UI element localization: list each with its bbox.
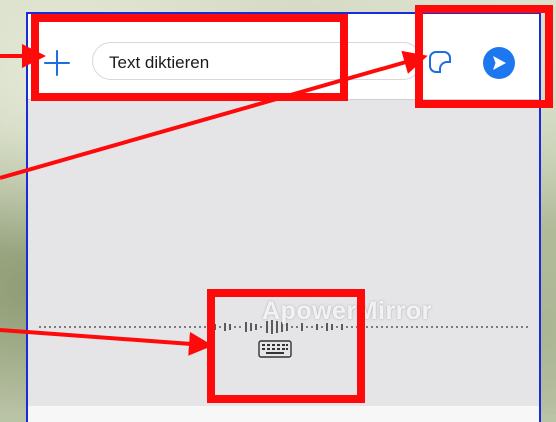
arrow-to-send bbox=[0, 50, 428, 180]
annotation-arrows bbox=[0, 44, 428, 356]
arrow-to-keyboard bbox=[0, 328, 213, 356]
